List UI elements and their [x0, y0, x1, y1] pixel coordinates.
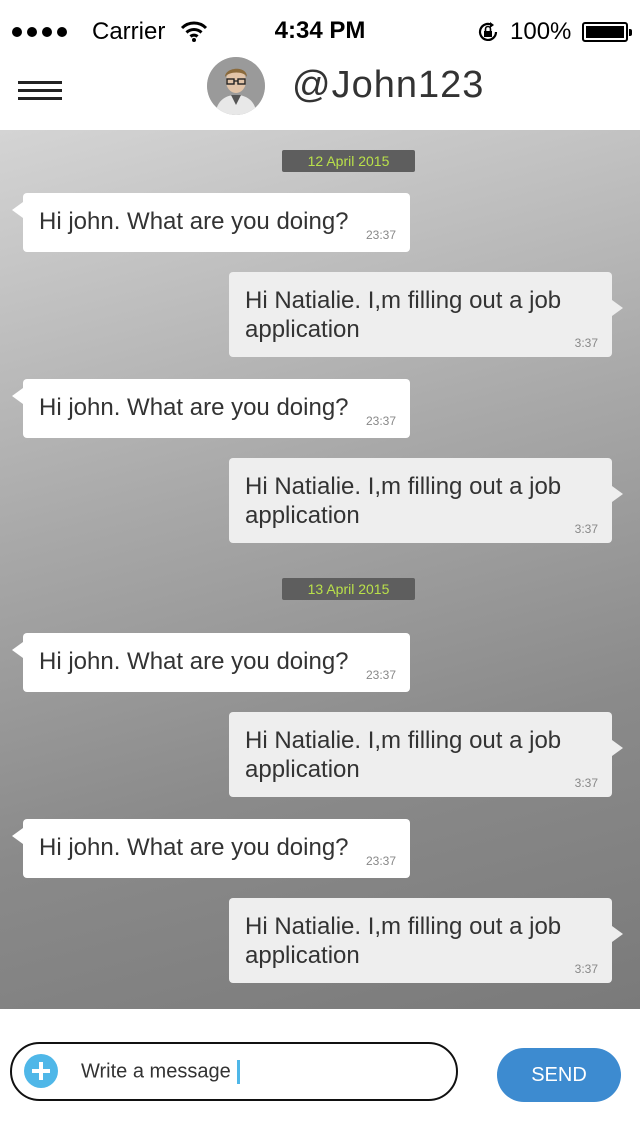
- date-separator: 13 April 2015: [282, 578, 415, 600]
- message-composer: Write a message SEND: [0, 1009, 640, 1136]
- message-placeholder: Write a message: [81, 1060, 240, 1084]
- add-icon[interactable]: [24, 1054, 58, 1088]
- message-time: 3:37: [574, 776, 598, 790]
- incoming-message[interactable]: Hi john. What are you doing? 23:37: [12, 633, 410, 692]
- message-text: Hi Natialie. I,m filling out a job appli…: [245, 473, 562, 529]
- chat-header: @John123: [0, 56, 640, 130]
- message-text: Hi Natialie. I,m filling out a job appli…: [245, 727, 562, 783]
- message-time: 23:37: [365, 228, 396, 242]
- message-time: 3:37: [574, 962, 598, 976]
- incoming-message[interactable]: Hi john. What are you doing? 23:37: [12, 379, 410, 438]
- message-time: 3:37: [574, 522, 598, 536]
- message-input[interactable]: Write a message: [10, 1042, 458, 1101]
- message-text: Hi john. What are you doing?: [39, 834, 349, 861]
- hamburger-menu-icon[interactable]: [18, 81, 62, 103]
- chat-area[interactable]: 12 April 2015 Hi john. What are you doin…: [0, 130, 640, 1009]
- message-time: 23:37: [365, 668, 396, 682]
- message-text: Hi Natialie. I,m filling out a job appli…: [245, 913, 562, 969]
- message-text: Hi john. What are you doing?: [39, 394, 349, 421]
- status-bar: Carrier 4:34 PM 100%: [0, 0, 640, 62]
- incoming-message[interactable]: Hi john. What are you doing? 23:37: [12, 193, 410, 252]
- message-time: 23:37: [365, 854, 396, 868]
- date-separator: 12 April 2015: [282, 150, 415, 172]
- outgoing-message[interactable]: Hi Natialie. I,m filling out a job appli…: [229, 712, 623, 797]
- rotation-lock-icon: [478, 22, 498, 41]
- avatar[interactable]: [207, 57, 265, 115]
- battery-percent: 100%: [510, 18, 572, 45]
- send-button[interactable]: SEND: [497, 1048, 621, 1102]
- message-time: 3:37: [574, 336, 598, 350]
- text-caret: [236, 1060, 240, 1084]
- outgoing-message[interactable]: Hi Natialie. I,m filling out a job appli…: [229, 458, 623, 543]
- contact-username: @John123: [292, 64, 485, 106]
- message-text: Hi Natialie. I,m filling out a job appli…: [245, 287, 562, 343]
- message-text: Hi john. What are you doing?: [39, 208, 349, 235]
- outgoing-message[interactable]: Hi Natialie. I,m filling out a job appli…: [229, 898, 623, 983]
- incoming-message[interactable]: Hi john. What are you doing? 23:37: [12, 819, 410, 878]
- message-text: Hi john. What are you doing?: [39, 648, 349, 675]
- outgoing-message[interactable]: Hi Natialie. I,m filling out a job appli…: [229, 272, 623, 357]
- battery-icon: [582, 22, 632, 42]
- message-time: 23:37: [365, 414, 396, 428]
